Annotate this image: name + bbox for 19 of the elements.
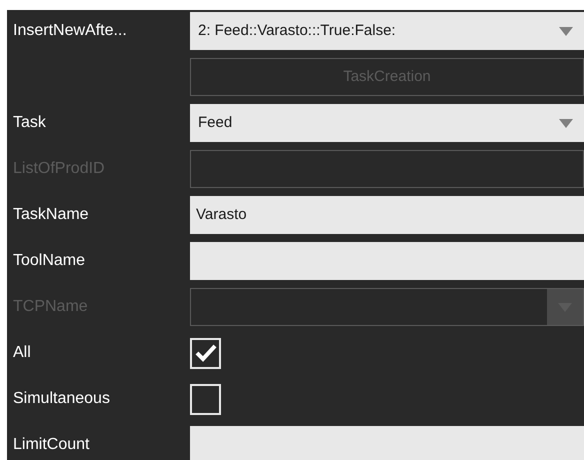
text-field[interactable] bbox=[190, 242, 584, 280]
field-label: TaskName bbox=[13, 206, 89, 223]
dropdown-value: 2: Feed::Varasto:::True:False: bbox=[197, 20, 397, 41]
field-label: Task bbox=[13, 114, 46, 131]
dropdown-arrow-icon bbox=[559, 118, 573, 128]
dropdown[interactable]: Feed bbox=[190, 104, 584, 142]
field-label: InsertNewAfte... bbox=[13, 22, 127, 39]
field-label: ToolName bbox=[13, 252, 86, 269]
text-field[interactable]: Varasto bbox=[190, 196, 584, 234]
checkbox[interactable] bbox=[190, 384, 221, 414]
field-label: LimitCount bbox=[13, 436, 90, 453]
dropdown[interactable]: 2: Feed::Varasto:::True:False: bbox=[190, 12, 584, 50]
text-field[interactable] bbox=[190, 426, 584, 460]
field-label: All bbox=[13, 344, 31, 361]
checkbox[interactable] bbox=[190, 338, 221, 368]
dropdown-arrow-icon bbox=[559, 26, 573, 36]
field-label: Simultaneous bbox=[13, 390, 110, 407]
checkmark-icon bbox=[194, 344, 216, 362]
dropdown-value: Feed bbox=[197, 112, 234, 133]
